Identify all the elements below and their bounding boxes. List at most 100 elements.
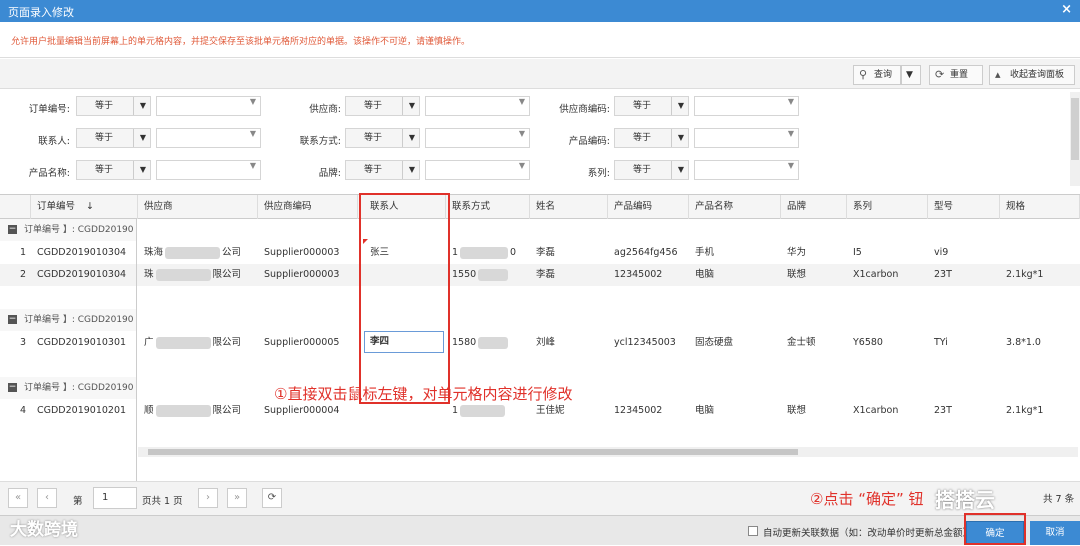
chevron-down-icon: ▼ (249, 97, 256, 106)
chevron-down-icon: ▼ (677, 133, 684, 142)
filter-op-phone[interactable]: 等于 ▼ (345, 128, 420, 148)
redacted-blur (478, 268, 509, 281)
frozen-column-divider (0, 219, 137, 481)
search-icon: ⚲ (859, 68, 868, 81)
data-grid: 订单编号 ↓ 供应商 供应商编码 联系人 联系方式 姓名 产品编码 产品名称 品… (0, 194, 1080, 481)
query-dropdown-button[interactable]: ▼ (901, 65, 921, 85)
warning-notice: 允许用户批量编辑当前屏幕上的单元格内容，并提交保存至该批单元格所对应的单据。该操… (0, 22, 1080, 58)
col-phone[interactable]: 联系方式 (446, 195, 530, 219)
col-order-no[interactable]: 订单编号 ↓ (31, 195, 138, 219)
filter-value-product-code[interactable]: ▼ (694, 128, 799, 148)
table-row[interactable]: 3 CGDD2019010301 广限公司 Supplier000005 158… (0, 332, 1080, 354)
col-name[interactable]: 姓名 (530, 195, 608, 219)
grid-header: 订单编号 ↓ 供应商 供应商编码 联系人 联系方式 姓名 产品编码 产品名称 品… (0, 195, 1080, 219)
sort-desc-icon: ↓ (86, 201, 95, 212)
warning-text: 允许用户批量编辑当前屏幕上的单元格内容，并提交保存至该批单元格所对应的单据。该操… (11, 37, 471, 47)
filter-value-order-no[interactable]: ▼ (156, 96, 261, 116)
page-prefix: 第 (73, 496, 83, 507)
collapse-panel-button[interactable]: ▴ 收起查询面板 (989, 65, 1075, 85)
table-row[interactable]: 2 CGDD2019010304 珠限公司 Supplier000003 155… (0, 264, 1080, 286)
last-page-button[interactable]: » (227, 488, 247, 508)
refresh-icon[interactable]: ⟳ (262, 488, 282, 508)
page-total-text: 页共 1 页 (142, 496, 183, 507)
redacted-blur (165, 246, 221, 259)
redacted-blur (155, 268, 211, 281)
horizontal-scrollbar[interactable] (138, 447, 1078, 457)
chevron-down-icon: ▼ (139, 133, 146, 142)
close-icon[interactable]: × (1061, 2, 1072, 17)
filter-op-series[interactable]: 等于 ▼ (614, 160, 689, 180)
dialog-footer: 自动更新关联数据（如：改动单价时更新总金额） 确定 取消 (0, 515, 1080, 545)
query-button[interactable]: ⚲ 查询 (853, 65, 901, 85)
col-supplier[interactable]: 供应商 (138, 195, 258, 219)
filter-op-contact[interactable]: 等于 ▼ (76, 128, 151, 148)
table-row[interactable]: 1 CGDD2019010304 珠海 公司 Supplier000003 张三 … (0, 242, 1080, 264)
chevron-down-icon: ▼ (906, 70, 913, 80)
filter-label-product-name: 产品名称: (28, 168, 70, 179)
col-model[interactable]: 型号 (928, 195, 1000, 219)
filter-op-order-no[interactable]: 等于 ▼ (76, 96, 151, 116)
col-series[interactable]: 系列 (847, 195, 928, 219)
record-count: 共 7 条 (1043, 494, 1075, 505)
filter-value-supplier-code[interactable]: ▼ (694, 96, 799, 116)
filter-label-order-no: 订单编号: (28, 104, 70, 115)
redacted-blur (460, 404, 506, 417)
chevron-down-icon: ▼ (249, 129, 256, 138)
chevron-down-icon: ▼ (518, 129, 525, 138)
filter-value-product-name[interactable]: ▼ (156, 160, 261, 180)
chevron-down-icon: ▼ (787, 97, 794, 106)
filter-op-product-code[interactable]: 等于 ▼ (614, 128, 689, 148)
scroll-thumb[interactable] (148, 449, 798, 455)
filter-value-supplier[interactable]: ▼ (425, 96, 530, 116)
filter-op-brand[interactable]: 等于 ▼ (345, 160, 420, 180)
highlight-frame-ok (964, 513, 1026, 545)
first-page-button[interactable]: « (8, 488, 28, 508)
redacted-blur (155, 404, 211, 417)
filter-value-brand[interactable]: ▼ (425, 160, 530, 180)
reset-button[interactable]: ⟳ 重置 (929, 65, 983, 85)
query-panel: 订单编号: 等于 ▼ ▼ 供应商: 等于 ▼ ▼ 供应商编码: 等于 ▼ ▼ 联系人:… (0, 90, 1078, 186)
chevron-down-icon: ▼ (249, 161, 256, 170)
chevron-down-icon: ▼ (677, 101, 684, 110)
col-brand[interactable]: 品牌 (781, 195, 847, 219)
refresh-icon: ⟳ (935, 68, 945, 81)
cancel-button[interactable]: 取消 (1030, 521, 1080, 545)
scroll-thumb[interactable] (1071, 98, 1079, 160)
chevron-down-icon: ▼ (787, 161, 794, 170)
filter-op-supplier-code[interactable]: 等于 ▼ (614, 96, 689, 116)
col-supplier-code[interactable]: 供应商编码 (258, 195, 358, 219)
filter-value-series[interactable]: ▼ (694, 160, 799, 180)
col-product-name[interactable]: 产品名称 (689, 195, 781, 219)
next-page-button[interactable]: › (198, 488, 218, 508)
filter-scrollbar[interactable] (1070, 92, 1080, 186)
col-rownum (0, 195, 31, 219)
window-title: 页面录入修改 (8, 6, 74, 19)
col-product-code[interactable]: 产品编码 (608, 195, 689, 219)
auto-update-checkbox[interactable] (748, 526, 758, 536)
annotation-step1: ①直接双击鼠标左键，对单元格内容进行修改 (274, 385, 573, 403)
redacted-blur (478, 336, 509, 349)
filter-op-supplier[interactable]: 等于 ▼ (345, 96, 420, 116)
redacted-blur (155, 336, 211, 349)
filter-op-product-name[interactable]: 等于 ▼ (76, 160, 151, 180)
filter-label-supplier-code: 供应商编码: (559, 104, 610, 115)
watermark-left: 大数跨境 (10, 520, 78, 540)
filter-value-phone[interactable]: ▼ (425, 128, 530, 148)
filter-label-supplier: 供应商: (309, 104, 341, 115)
col-spec[interactable]: 规格 (1000, 195, 1080, 219)
page-input[interactable]: 1 (93, 487, 137, 509)
filter-value-contact[interactable]: ▼ (156, 128, 261, 148)
chevron-down-icon: ▼ (518, 161, 525, 170)
filter-label-series: 系列: (587, 168, 610, 179)
query-toolbar: ⚲ 查询 ▼ ⟳ 重置 ▴ 收起查询面板 (0, 59, 1080, 89)
chevron-down-icon: ▼ (787, 129, 794, 138)
auto-update-label: 自动更新关联数据（如：改动单价时更新总金额） (763, 528, 973, 539)
prev-page-button[interactable]: ‹ (37, 488, 57, 508)
filter-label-brand: 品牌: (318, 168, 341, 179)
highlight-frame-contact (359, 193, 450, 404)
chevron-down-icon: ▼ (408, 101, 415, 110)
chevron-down-icon: ▼ (677, 165, 684, 174)
chevron-down-icon: ▼ (139, 165, 146, 174)
annotation-step2: ②点击 “确定” 钮 (810, 490, 924, 508)
filter-label-product-code: 产品编码: (568, 136, 610, 147)
